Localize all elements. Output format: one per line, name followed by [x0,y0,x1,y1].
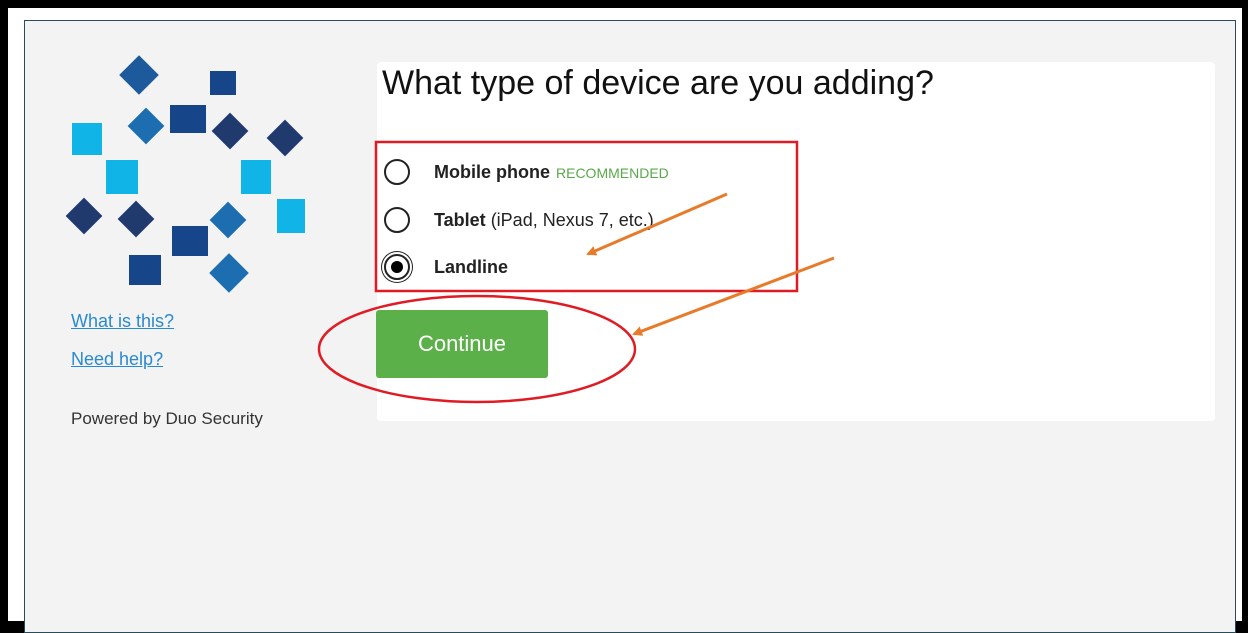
page-title: What type of device are you adding? [382,64,934,102]
logo-tile [129,255,161,285]
option-name: Landline [434,256,509,277]
logo-tile [209,253,249,293]
continue-button[interactable]: Continue [376,310,548,378]
logo-tile [266,119,304,157]
logo-tile [119,55,159,95]
option-name: Tablet [434,209,486,230]
radio-landline[interactable] [384,254,410,280]
logo-tile [106,160,138,194]
logo-tile [277,199,305,233]
need-help-link[interactable]: Need help? [71,349,163,370]
content-area: What is this? Need help? Powered by Duo … [24,20,1236,633]
what-is-this-link[interactable]: What is this? [71,311,174,332]
logo-tile [211,112,249,150]
option-label: Tablet (iPad, Nexus 7, etc.) [434,210,654,231]
logo-tile [241,160,271,194]
option-name: Mobile phone [434,161,550,182]
logo-tile [210,71,236,95]
logo-tile [170,105,206,133]
radio-tablet[interactable] [384,207,410,233]
logo-tile [209,201,247,239]
logo-tile [72,123,102,155]
option-note: (iPad, Nexus 7, etc.) [490,209,654,230]
option-label: Mobile phone RECOMMENDED [434,162,669,183]
logo-tile [172,226,208,256]
logo-tile [117,200,155,238]
option-landline[interactable]: Landline [384,252,794,282]
logo-tile [65,197,103,235]
option-mobile-phone[interactable]: Mobile phone RECOMMENDED [384,157,794,187]
option-label: Landline [434,257,508,278]
powered-by-text: Powered by Duo Security [71,409,263,428]
duo-logo [65,55,305,293]
option-tablet[interactable]: Tablet (iPad, Nexus 7, etc.) [384,205,794,235]
radio-mobile-phone[interactable] [384,159,410,185]
recommended-badge: RECOMMENDED [556,164,669,181]
logo-tile [127,107,165,145]
